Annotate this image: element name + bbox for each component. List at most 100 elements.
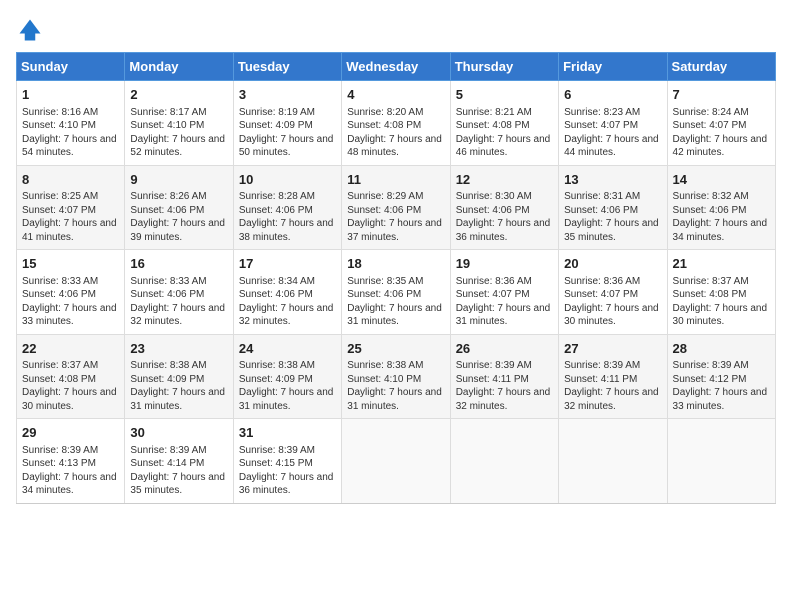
day-number: 17 [239, 255, 336, 273]
day-number: 23 [130, 340, 227, 358]
daylight: Daylight: 7 hours and 32 minutes. [130, 303, 225, 328]
sunrise: Sunrise: 8:16 AM [22, 107, 98, 118]
calendar-cell [667, 419, 775, 504]
daylight: Daylight: 7 hours and 31 minutes. [239, 387, 334, 412]
daylight: Daylight: 7 hours and 33 minutes. [22, 303, 117, 328]
sunset: Sunset: 4:08 PM [347, 120, 421, 131]
sunset: Sunset: 4:08 PM [22, 374, 96, 385]
calendar-cell: 8 Sunrise: 8:25 AM Sunset: 4:07 PM Dayli… [17, 165, 125, 250]
sunrise: Sunrise: 8:31 AM [564, 191, 640, 202]
sunset: Sunset: 4:15 PM [239, 458, 313, 469]
daylight: Daylight: 7 hours and 35 minutes. [130, 472, 225, 497]
day-number: 15 [22, 255, 119, 273]
sunset: Sunset: 4:08 PM [456, 120, 530, 131]
sunset: Sunset: 4:07 PM [564, 120, 638, 131]
daylight: Daylight: 7 hours and 31 minutes. [347, 387, 442, 412]
daylight: Daylight: 7 hours and 42 minutes. [673, 134, 768, 159]
week-row: 8 Sunrise: 8:25 AM Sunset: 4:07 PM Dayli… [17, 165, 776, 250]
sunset: Sunset: 4:06 PM [239, 205, 313, 216]
day-number: 20 [564, 255, 661, 273]
sunrise: Sunrise: 8:38 AM [347, 360, 423, 371]
sunrise: Sunrise: 8:39 AM [22, 445, 98, 456]
sunrise: Sunrise: 8:34 AM [239, 276, 315, 287]
calendar-cell: 5 Sunrise: 8:21 AM Sunset: 4:08 PM Dayli… [450, 81, 558, 166]
sunset: Sunset: 4:06 PM [564, 205, 638, 216]
day-number: 4 [347, 86, 444, 104]
daylight: Daylight: 7 hours and 31 minutes. [456, 303, 551, 328]
sunset: Sunset: 4:11 PM [456, 374, 529, 385]
sunrise: Sunrise: 8:39 AM [456, 360, 532, 371]
sunrise: Sunrise: 8:39 AM [130, 445, 206, 456]
day-number: 8 [22, 171, 119, 189]
sunrise: Sunrise: 8:38 AM [130, 360, 206, 371]
logo [16, 16, 48, 44]
daylight: Daylight: 7 hours and 32 minutes. [239, 303, 334, 328]
sunrise: Sunrise: 8:17 AM [130, 107, 206, 118]
sunset: Sunset: 4:13 PM [22, 458, 96, 469]
sunrise: Sunrise: 8:29 AM [347, 191, 423, 202]
daylight: Daylight: 7 hours and 34 minutes. [673, 218, 768, 243]
header-row: SundayMondayTuesdayWednesdayThursdayFrid… [17, 53, 776, 81]
calendar-cell: 7 Sunrise: 8:24 AM Sunset: 4:07 PM Dayli… [667, 81, 775, 166]
calendar-cell: 20 Sunrise: 8:36 AM Sunset: 4:07 PM Dayl… [559, 250, 667, 335]
daylight: Daylight: 7 hours and 48 minutes. [347, 134, 442, 159]
day-number: 5 [456, 86, 553, 104]
sunrise: Sunrise: 8:25 AM [22, 191, 98, 202]
daylight: Daylight: 7 hours and 50 minutes. [239, 134, 334, 159]
calendar-cell: 17 Sunrise: 8:34 AM Sunset: 4:06 PM Dayl… [233, 250, 341, 335]
daylight: Daylight: 7 hours and 38 minutes. [239, 218, 334, 243]
calendar-cell: 15 Sunrise: 8:33 AM Sunset: 4:06 PM Dayl… [17, 250, 125, 335]
daylight: Daylight: 7 hours and 33 minutes. [673, 387, 768, 412]
day-number: 24 [239, 340, 336, 358]
daylight: Daylight: 7 hours and 54 minutes. [22, 134, 117, 159]
sunrise: Sunrise: 8:37 AM [673, 276, 749, 287]
sunrise: Sunrise: 8:21 AM [456, 107, 532, 118]
sunrise: Sunrise: 8:24 AM [673, 107, 749, 118]
day-number: 21 [673, 255, 770, 273]
sunset: Sunset: 4:12 PM [673, 374, 747, 385]
calendar-cell: 10 Sunrise: 8:28 AM Sunset: 4:06 PM Dayl… [233, 165, 341, 250]
daylight: Daylight: 7 hours and 32 minutes. [564, 387, 659, 412]
day-number: 19 [456, 255, 553, 273]
day-number: 7 [673, 86, 770, 104]
calendar-cell [450, 419, 558, 504]
sunset: Sunset: 4:10 PM [130, 120, 204, 131]
sunset: Sunset: 4:09 PM [130, 374, 204, 385]
sunset: Sunset: 4:11 PM [564, 374, 637, 385]
daylight: Daylight: 7 hours and 36 minutes. [239, 472, 334, 497]
day-number: 3 [239, 86, 336, 104]
day-number: 29 [22, 424, 119, 442]
daylight: Daylight: 7 hours and 34 minutes. [22, 472, 117, 497]
sunset: Sunset: 4:06 PM [456, 205, 530, 216]
calendar: SundayMondayTuesdayWednesdayThursdayFrid… [16, 52, 776, 504]
sunset: Sunset: 4:10 PM [347, 374, 421, 385]
calendar-cell [559, 419, 667, 504]
calendar-cell: 19 Sunrise: 8:36 AM Sunset: 4:07 PM Dayl… [450, 250, 558, 335]
sunset: Sunset: 4:08 PM [673, 289, 747, 300]
calendar-cell: 23 Sunrise: 8:38 AM Sunset: 4:09 PM Dayl… [125, 334, 233, 419]
day-number: 13 [564, 171, 661, 189]
week-row: 22 Sunrise: 8:37 AM Sunset: 4:08 PM Dayl… [17, 334, 776, 419]
daylight: Daylight: 7 hours and 44 minutes. [564, 134, 659, 159]
sunrise: Sunrise: 8:39 AM [239, 445, 315, 456]
daylight: Daylight: 7 hours and 37 minutes. [347, 218, 442, 243]
day-number: 6 [564, 86, 661, 104]
day-number: 16 [130, 255, 227, 273]
daylight: Daylight: 7 hours and 31 minutes. [347, 303, 442, 328]
daylight: Daylight: 7 hours and 52 minutes. [130, 134, 225, 159]
sunset: Sunset: 4:06 PM [347, 289, 421, 300]
logo-icon [16, 16, 44, 44]
daylight: Daylight: 7 hours and 39 minutes. [130, 218, 225, 243]
day-header-tuesday: Tuesday [233, 53, 341, 81]
day-number: 11 [347, 171, 444, 189]
day-number: 25 [347, 340, 444, 358]
sunrise: Sunrise: 8:32 AM [673, 191, 749, 202]
day-header-sunday: Sunday [17, 53, 125, 81]
calendar-cell: 13 Sunrise: 8:31 AM Sunset: 4:06 PM Dayl… [559, 165, 667, 250]
sunset: Sunset: 4:06 PM [22, 289, 96, 300]
calendar-cell: 18 Sunrise: 8:35 AM Sunset: 4:06 PM Dayl… [342, 250, 450, 335]
sunset: Sunset: 4:09 PM [239, 374, 313, 385]
day-header-saturday: Saturday [667, 53, 775, 81]
sunset: Sunset: 4:14 PM [130, 458, 204, 469]
day-number: 31 [239, 424, 336, 442]
